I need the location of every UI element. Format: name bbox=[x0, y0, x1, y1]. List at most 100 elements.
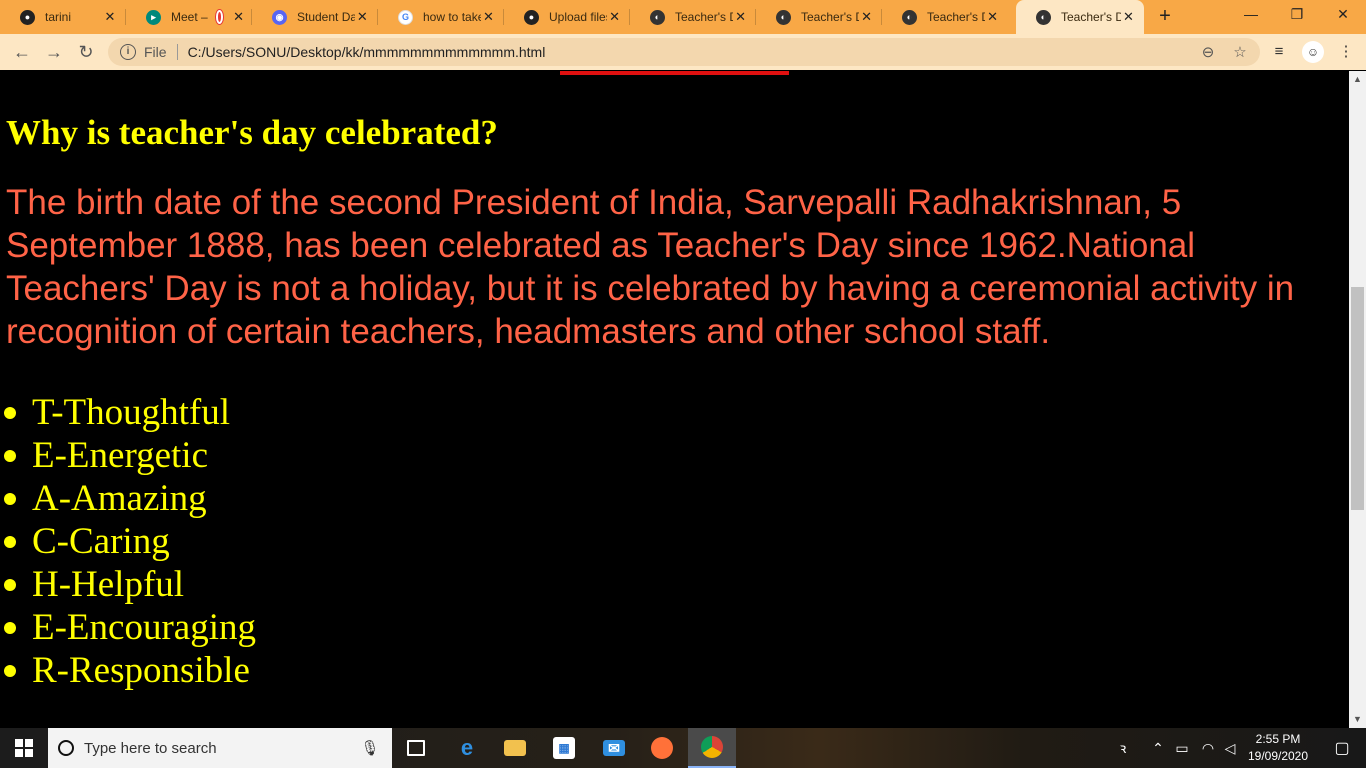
info-icon[interactable]: i bbox=[120, 44, 136, 60]
tab-2[interactable]: ▸ Meet – ✕ bbox=[126, 0, 252, 34]
page-icon: ◐ bbox=[776, 9, 791, 25]
github-icon: ● bbox=[524, 9, 539, 25]
list-item: R-Responsible bbox=[0, 649, 256, 692]
tab-5[interactable]: ● Upload files ✕ bbox=[504, 0, 630, 34]
bullet-icon bbox=[4, 449, 16, 462]
close-icon[interactable]: ✕ bbox=[607, 9, 622, 25]
network-icon[interactable]: ◠ bbox=[1198, 738, 1218, 758]
tab-3[interactable]: ◉ Student Da ✕ bbox=[252, 0, 378, 34]
file-explorer-icon bbox=[504, 740, 526, 756]
forward-arrow-icon[interactable]: → bbox=[42, 40, 66, 64]
list-item: E-Energetic bbox=[0, 434, 256, 477]
tab-label: Teacher's D bbox=[1061, 10, 1121, 24]
close-icon[interactable]: ✕ bbox=[733, 9, 748, 25]
vertical-scrollbar[interactable]: ▲ ▼ bbox=[1349, 71, 1366, 728]
close-icon[interactable]: ✕ bbox=[481, 9, 496, 25]
bullet-icon bbox=[4, 621, 16, 634]
tab-label: Teacher's D bbox=[675, 10, 734, 24]
cortana-icon bbox=[58, 740, 74, 756]
zoom-icon[interactable]: ⊖ bbox=[1196, 43, 1220, 61]
list-item-text: H-Helpful bbox=[32, 564, 185, 605]
close-icon[interactable]: ✕ bbox=[355, 9, 370, 25]
close-icon[interactable]: ✕ bbox=[985, 9, 1000, 25]
chrome-button[interactable] bbox=[688, 728, 736, 768]
screen: ● tarini ✕ ▸ Meet – ✕ ◉ Student Da ✕ G h… bbox=[0, 0, 1366, 768]
intro-paragraph: The birth date of the second President o… bbox=[6, 183, 1295, 351]
list-item: C-Caring bbox=[0, 520, 256, 563]
edge-button[interactable]: e bbox=[443, 728, 491, 768]
menu-kebab-icon[interactable]: ⋮ bbox=[1334, 40, 1358, 64]
meet-icon: ▸ bbox=[146, 9, 161, 25]
mail-icon: ✉ bbox=[603, 740, 625, 756]
bookmark-star-icon[interactable]: ☆ bbox=[1228, 43, 1252, 61]
maximize-button[interactable]: ❐ bbox=[1274, 0, 1320, 30]
media-control-icon[interactable]: ≡ bbox=[1267, 40, 1291, 64]
store-button[interactable]: ▦ bbox=[540, 728, 588, 768]
chrome-icon bbox=[701, 736, 723, 758]
scheme-label: File bbox=[144, 44, 167, 60]
browser-toolbar: ← → ↻ i File C:/Users/SONU/Desktop/kk/mm… bbox=[0, 34, 1366, 70]
url-text[interactable]: C:/Users/SONU/Desktop/kk/mmmmmmmmmmmmm.h… bbox=[188, 44, 1196, 60]
teacher-acrostic-list: T-Thoughtful E-Energetic A-Amazing C-Car… bbox=[0, 391, 256, 692]
bullet-icon bbox=[4, 578, 16, 591]
scroll-down-arrow-icon[interactable]: ▼ bbox=[1349, 711, 1366, 728]
battery-icon[interactable]: ▭ bbox=[1172, 738, 1192, 758]
google-icon: G bbox=[398, 9, 413, 25]
classroom-icon: ◉ bbox=[272, 9, 287, 25]
page-icon: ◐ bbox=[902, 9, 917, 25]
profile-avatar-icon[interactable]: ☺ bbox=[1302, 41, 1324, 63]
list-item-text: R-Responsible bbox=[32, 650, 250, 691]
tab-4[interactable]: G how to take ✕ bbox=[378, 0, 504, 34]
back-arrow-icon[interactable]: ← bbox=[10, 40, 34, 64]
taskbar-clock[interactable]: 2:55 PM 19/09/2020 bbox=[1238, 731, 1318, 765]
firefox-button[interactable] bbox=[638, 728, 686, 768]
file-explorer-button[interactable] bbox=[491, 728, 539, 768]
microphone-icon[interactable]: 🎙 bbox=[358, 739, 382, 757]
minimize-button[interactable]: — bbox=[1228, 0, 1274, 30]
close-window-button[interactable]: ✕ bbox=[1320, 0, 1366, 30]
volume-icon[interactable]: ◁ bbox=[1220, 738, 1240, 758]
list-item: A-Amazing bbox=[0, 477, 256, 520]
scroll-up-arrow-icon[interactable]: ▲ bbox=[1349, 71, 1366, 88]
list-item-text: E-Encouraging bbox=[32, 607, 256, 648]
windows-taskbar: Type here to search 🎙 e ▦ ✉ ꝛ ⌃ ▭ ◠ ◁ 2:… bbox=[0, 728, 1366, 768]
scrollbar-thumb[interactable] bbox=[1351, 287, 1364, 510]
people-icon[interactable]: ꝛ bbox=[1112, 738, 1134, 758]
edge-icon: e bbox=[460, 735, 474, 760]
tab-6[interactable]: ◐ Teacher's D ✕ bbox=[630, 0, 756, 34]
address-bar[interactable]: i File C:/Users/SONU/Desktop/kk/mmmmmmmm… bbox=[108, 38, 1260, 66]
bullet-icon bbox=[4, 492, 16, 505]
store-icon: ▦ bbox=[553, 737, 575, 759]
mail-button[interactable]: ✉ bbox=[590, 728, 638, 768]
tab-label: Upload files bbox=[549, 10, 608, 24]
show-hidden-icons-chevron-icon[interactable]: ⌃ bbox=[1148, 738, 1168, 758]
close-icon[interactable]: ✕ bbox=[1121, 9, 1136, 25]
task-view-button[interactable] bbox=[392, 728, 440, 768]
tab-8[interactable]: ◐ Teacher's D ✕ bbox=[882, 0, 1008, 34]
bullet-icon bbox=[4, 406, 16, 419]
page-content: Why is teacher's day celebrated? The bir… bbox=[0, 71, 1349, 728]
close-icon[interactable]: ✕ bbox=[859, 9, 874, 25]
taskbar-search-box[interactable]: Type here to search 🎙 bbox=[48, 728, 392, 768]
close-icon[interactable]: ✕ bbox=[102, 9, 118, 25]
close-icon[interactable]: ✕ bbox=[233, 9, 244, 25]
recording-indicator-icon bbox=[215, 10, 224, 24]
tab-strip: ● tarini ✕ ▸ Meet – ✕ ◉ Student Da ✕ G h… bbox=[0, 0, 1366, 34]
address-separator bbox=[176, 44, 178, 60]
start-button[interactable] bbox=[0, 728, 48, 768]
list-item-text: A-Amazing bbox=[32, 478, 207, 519]
tab-7[interactable]: ◐ Teacher's D ✕ bbox=[756, 0, 882, 34]
notification-center-icon[interactable]: ▢ bbox=[1318, 728, 1366, 768]
page-heading: Why is teacher's day celebrated? bbox=[6, 113, 498, 152]
list-item: E-Encouraging bbox=[0, 606, 256, 649]
clock-date: 19/09/2020 bbox=[1247, 749, 1309, 763]
tab-label: tarini bbox=[45, 10, 72, 24]
new-tab-button[interactable]: + bbox=[1154, 6, 1176, 28]
tab-label: Student Da bbox=[297, 10, 355, 24]
search-placeholder: Type here to search bbox=[84, 739, 217, 757]
tab-label: Teacher's D bbox=[801, 10, 860, 24]
tab-1[interactable]: ● tarini ✕ bbox=[0, 0, 126, 34]
list-item: T-Thoughtful bbox=[0, 391, 256, 434]
reload-icon[interactable]: ↻ bbox=[74, 40, 98, 64]
tab-active[interactable]: ◐ Teacher's D ✕ bbox=[1016, 0, 1144, 34]
